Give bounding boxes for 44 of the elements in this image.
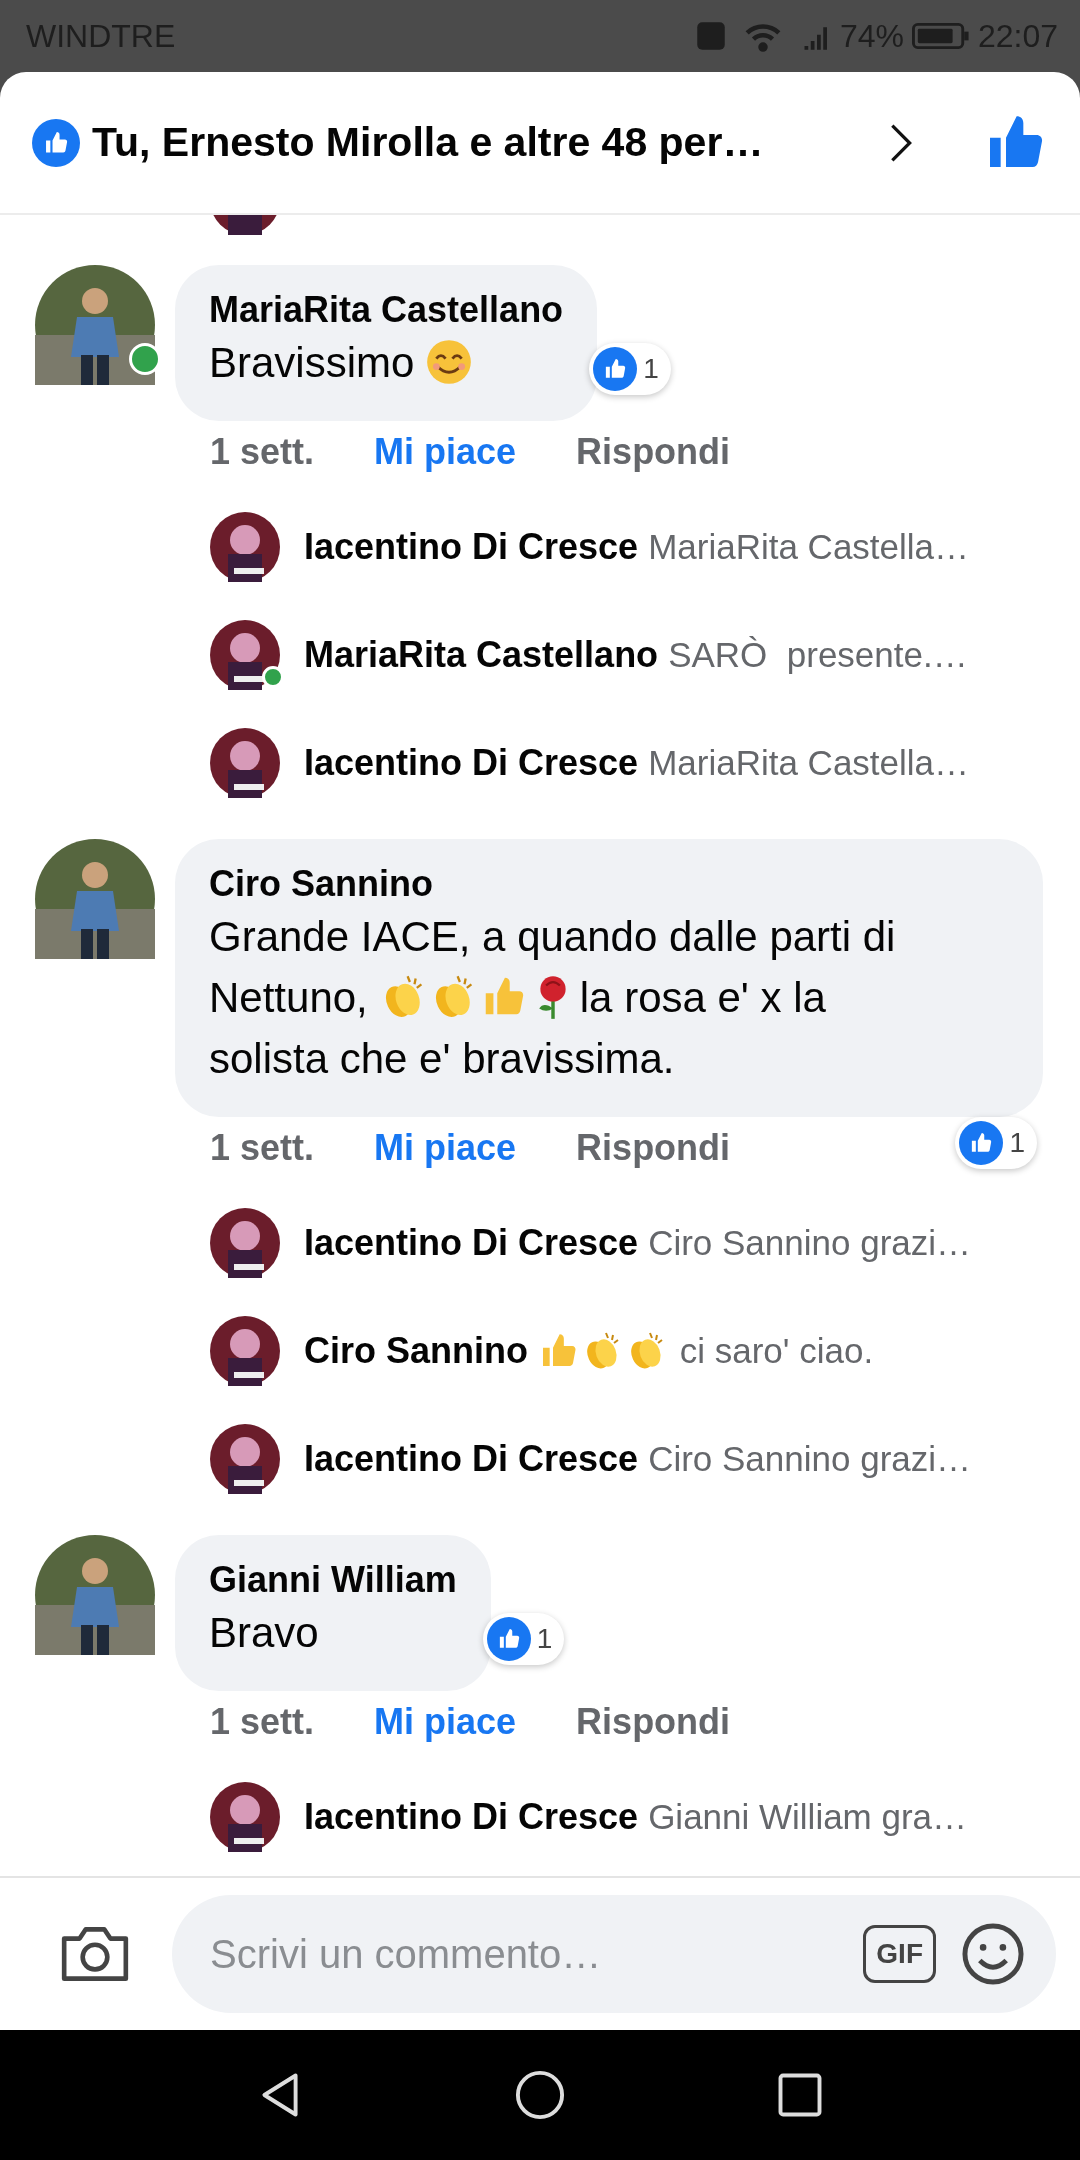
reply-preview[interactable]: SARÒ presente.… (668, 635, 968, 675)
gif-button[interactable]: GIF (863, 1925, 936, 1983)
reply-author[interactable]: Iacentino Di Cresce (304, 526, 639, 568)
comment-text: la rosa e' x la (579, 973, 826, 1023)
reply-author[interactable]: Iacentino Di Cresce (304, 1222, 639, 1264)
reply-author[interactable]: Iacentino Di Cresce (304, 1438, 639, 1480)
reply-preview[interactable]: Ciro Sannino grazi… (648, 1439, 972, 1479)
reply-link[interactable]: Rispondi (576, 431, 731, 473)
like-link[interactable]: Mi piace (374, 1701, 517, 1743)
reaction-badge[interactable]: 1 (589, 343, 671, 395)
comment-author[interactable]: Gianni William (209, 1557, 457, 1602)
comment-text: Bravissimo (209, 338, 415, 388)
comment-text: Grande IACE, a quando dalle parti di (209, 912, 896, 962)
like-link[interactable]: Mi piace (374, 1127, 517, 1169)
reactions-header[interactable]: Tu, Ernesto Mirolla e altre 48 per… (0, 72, 1080, 215)
like-link[interactable]: Mi piace (374, 431, 517, 473)
smiling-face-icon (426, 339, 473, 385)
like-icon (32, 118, 80, 167)
reply-author[interactable]: MariaRita Castellano (304, 634, 659, 676)
reply-link[interactable]: Rispondi (576, 1127, 731, 1169)
reply-preview[interactable]: Ciro Sannino grazi… (648, 1223, 972, 1263)
comment-time: 1 sett. (210, 1127, 315, 1169)
reply-preview[interactable]: MariaRita Castella… (648, 743, 970, 783)
reply-preview[interactable]: Gianni William gra… (648, 1797, 968, 1837)
reactions-title: Tu, Ernesto Mirolla e altre 48 per… (92, 119, 764, 166)
comment-time: 1 sett. (210, 431, 315, 473)
reply-author[interactable]: Iacentino Di Cresce (304, 742, 639, 784)
reaction-badge[interactable]: 1 (955, 1117, 1037, 1169)
comment-author[interactable]: Ciro Sannino (209, 861, 1009, 906)
emoji-icon[interactable] (960, 1921, 1026, 1987)
reaction-badge[interactable]: 1 (482, 1613, 565, 1665)
battery-icon (911, 21, 970, 51)
reply-preview[interactable]: MariaRita Castella… (648, 527, 970, 567)
comment-text: Bravo (209, 1608, 319, 1658)
comment-field[interactable]: Scrivi un commento… GIF (172, 1895, 1056, 2013)
reply-author[interactable]: Ciro Sannino (304, 1330, 528, 1372)
reply-preview[interactable]: ci saro' ciao. (670, 1331, 874, 1371)
home-icon[interactable] (514, 2069, 566, 2121)
comment-text: solista che e' bravissima. (209, 1034, 675, 1084)
reply-author[interactable]: Iacentino Di Cresce (304, 1796, 639, 1838)
comment-author[interactable]: MariaRita Castellano (209, 287, 564, 332)
comment-time: 1 sett. (210, 1701, 315, 1743)
reply-link[interactable]: Rispondi (576, 1701, 731, 1743)
comment-text: Nettuno, (209, 973, 368, 1023)
